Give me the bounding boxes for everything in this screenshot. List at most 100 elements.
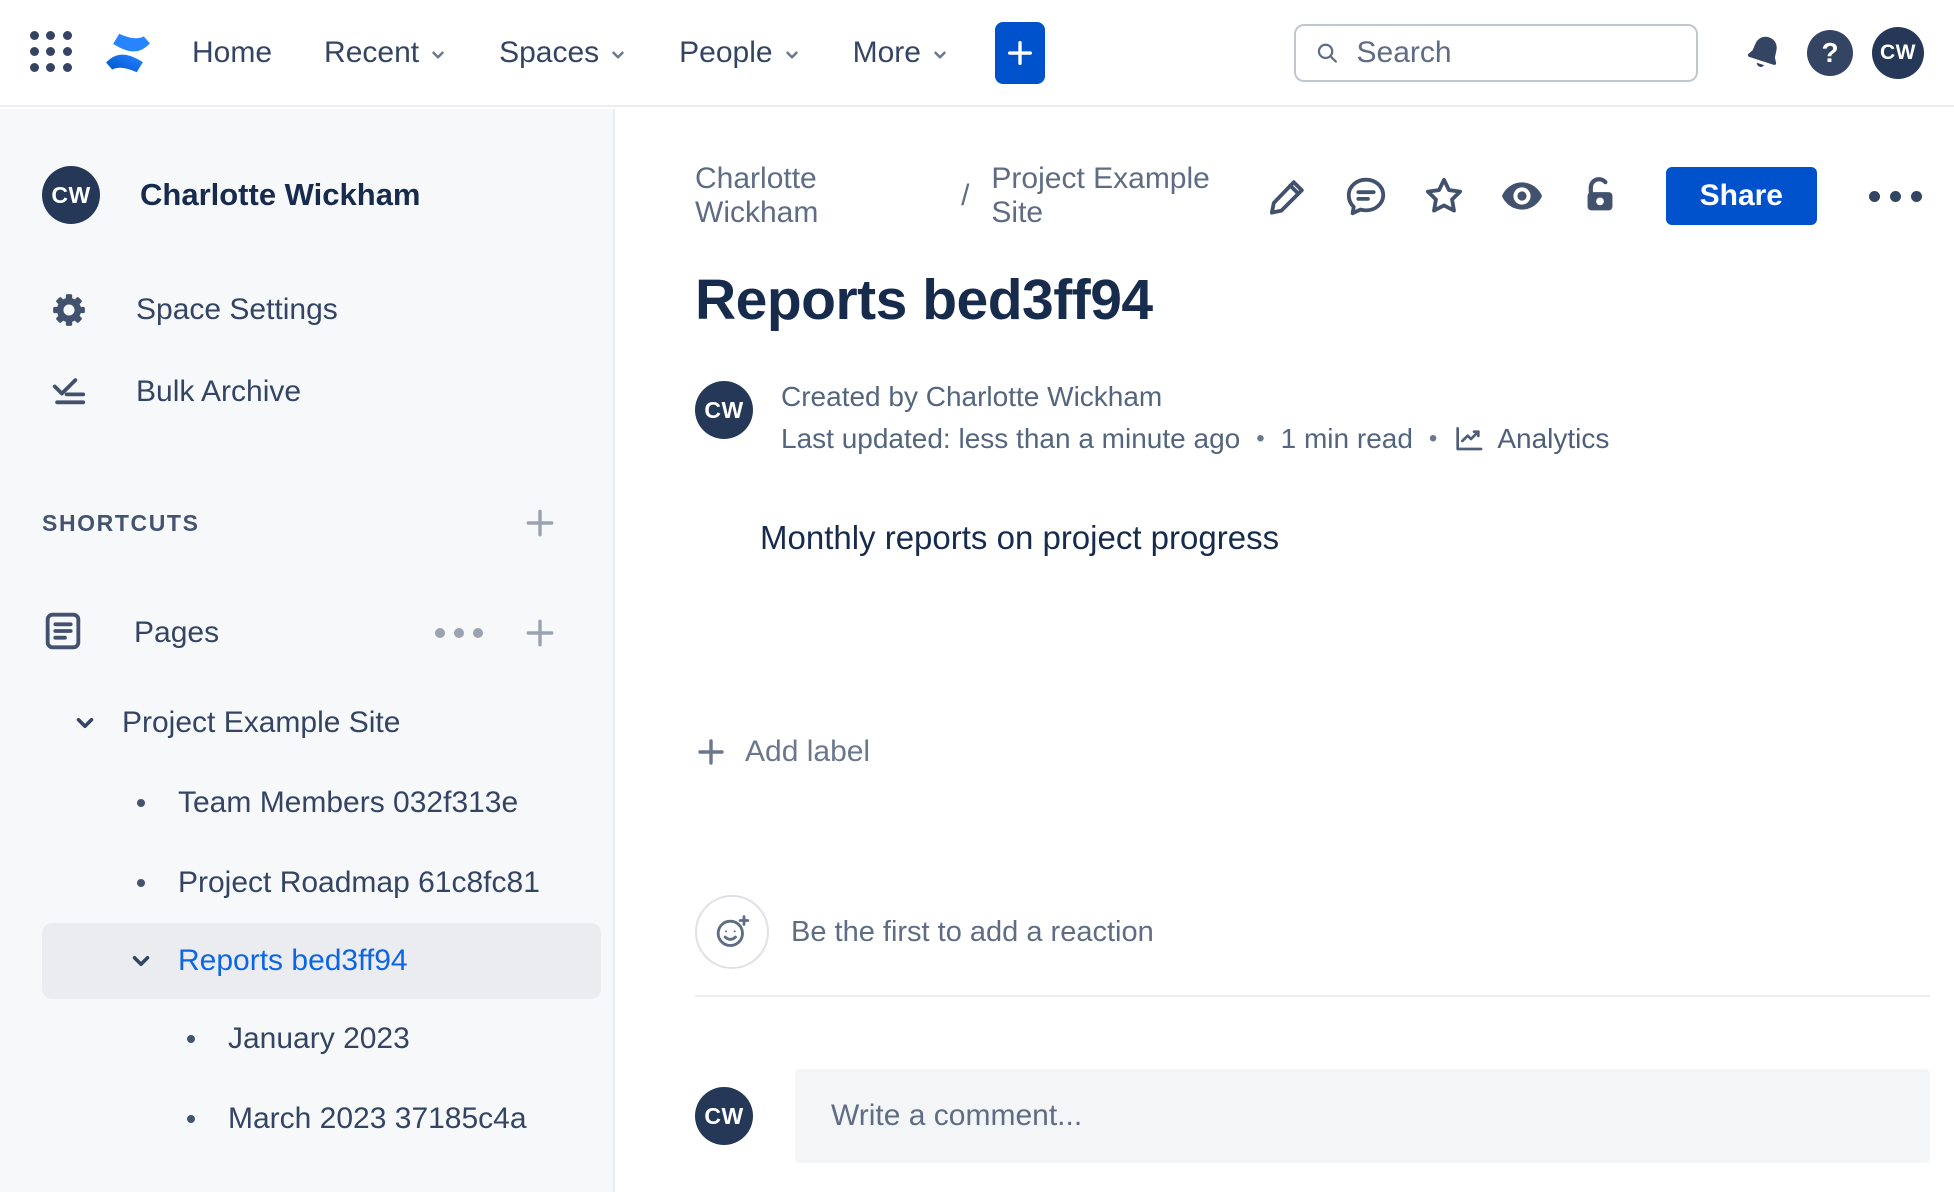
bell-icon — [1747, 36, 1777, 67]
analytics-link[interactable]: Analytics — [1453, 423, 1609, 455]
star-icon — [1425, 177, 1462, 213]
nav-more[interactable]: More — [853, 36, 949, 70]
watch-button[interactable] — [1494, 168, 1550, 224]
analytics-chart-icon — [1456, 427, 1483, 451]
tree-item-reports-selected[interactable]: Reports bed3ff94 — [42, 923, 601, 999]
chevron-down-icon[interactable] — [70, 710, 100, 736]
analytics-label: Analytics — [1497, 423, 1610, 454]
add-shortcut-button[interactable] — [519, 502, 561, 544]
comment-section: CW — [695, 1069, 1930, 1163]
byline: CW Created by Charlotte Wickham Last upd… — [695, 381, 1930, 455]
page-body-text: Monthly reports on project progress — [760, 519, 1280, 556]
chevron-down-icon — [785, 51, 798, 58]
add-reaction-button[interactable] — [695, 895, 769, 969]
breadcrumb-separator: / — [961, 179, 970, 212]
bullet-icon — [126, 879, 156, 887]
tree-item-project-example-site[interactable]: Project Example Site — [42, 683, 601, 763]
comment-input-box[interactable] — [795, 1069, 1930, 1163]
tree-item-label: Project Roadmap 61c8fc81 — [178, 866, 540, 899]
more-actions-icon[interactable] — [1861, 183, 1930, 210]
pencil-icon — [1269, 180, 1304, 215]
plus-icon — [526, 619, 554, 647]
unlock-icon — [1587, 177, 1613, 211]
space-sidebar: CW Charlotte Wickham Space Settings Bulk… — [0, 109, 615, 1192]
tree-item-team-members[interactable]: Team Members 032f313e — [42, 763, 601, 843]
nav-home-label: Home — [192, 35, 273, 69]
favorite-button[interactable] — [1416, 168, 1472, 224]
tree-item-label: January 2023 — [228, 1022, 410, 1055]
primary-nav: Home Recent Spaces People More — [192, 36, 949, 70]
sidebar-item-bulk-archive[interactable]: Bulk Archive — [0, 363, 613, 421]
tree-item-project-roadmap[interactable]: Project Roadmap 61c8fc81 — [42, 843, 601, 923]
breadcrumb-space-link[interactable]: Charlotte Wickham — [695, 162, 939, 230]
nav-more-label: More — [852, 35, 921, 69]
nav-recent[interactable]: Recent — [324, 36, 447, 70]
space-settings-label: Space Settings — [136, 293, 338, 326]
page-title: Reports bed3ff94 — [695, 268, 1153, 332]
notifications-button[interactable] — [1738, 27, 1790, 79]
plus-icon — [698, 739, 724, 765]
chevron-down-icon — [432, 51, 444, 58]
confluence-logo-icon[interactable] — [100, 25, 156, 81]
tree-item-label: March 2023 37185c4a — [228, 1102, 527, 1135]
app-switcher-icon[interactable] — [30, 30, 74, 75]
reaction-prompt-text: Be the first to add a reaction — [791, 915, 1154, 948]
tree-item-label: Project Example Site — [122, 706, 401, 739]
space-profile[interactable]: CW Charlotte Wickham — [0, 164, 613, 226]
comment-input[interactable] — [831, 1099, 1894, 1133]
gear-icon — [46, 291, 92, 329]
commenter-avatar: CW — [695, 1087, 753, 1145]
plus-icon — [1007, 40, 1032, 65]
nav-people-label: People — [679, 35, 773, 69]
space-avatar: CW — [42, 166, 100, 224]
page-tree: Project Example Site Team Members 032f31… — [0, 683, 613, 1159]
add-label-button[interactable]: Add label — [695, 729, 870, 775]
help-button[interactable]: ? — [1804, 27, 1856, 79]
nav-spaces[interactable]: Spaces — [499, 36, 627, 70]
nav-spaces-label: Spaces — [499, 35, 600, 69]
chevron-down-icon[interactable] — [126, 948, 156, 974]
author-avatar[interactable]: CW — [695, 381, 753, 439]
bullet-icon — [176, 1035, 206, 1043]
tree-item-march-2023[interactable]: March 2023 37185c4a — [42, 1079, 601, 1159]
user-avatar[interactable]: CW — [1872, 26, 1924, 79]
bullet-icon — [126, 799, 156, 807]
top-navigation-bar: Home Recent Spaces People More Search ? … — [0, 0, 1954, 107]
breadcrumb: Charlotte Wickham / Project Example Site — [695, 162, 1260, 230]
plus-icon — [526, 509, 554, 537]
reactions-section: Be the first to add a reaction — [695, 895, 1930, 969]
share-button[interactable]: Share — [1665, 167, 1817, 225]
bulk-archive-icon — [46, 373, 92, 411]
last-updated-text[interactable]: Last updated: less than a minute ago — [781, 423, 1240, 455]
search-input[interactable] — [1356, 35, 1678, 70]
question-mark-icon: ? — [1807, 29, 1853, 76]
pages-label[interactable]: Pages — [134, 616, 429, 650]
add-label-text: Add label — [745, 735, 871, 768]
search-icon — [1317, 43, 1337, 63]
eye-icon — [1501, 182, 1542, 210]
nav-recent-label: Recent — [324, 35, 420, 69]
pages-more-actions-icon[interactable] — [429, 622, 489, 644]
space-name: Charlotte Wickham — [140, 177, 421, 212]
restrictions-button[interactable] — [1572, 168, 1628, 224]
create-button[interactable] — [994, 21, 1045, 84]
chevron-down-icon — [612, 51, 624, 58]
edit-button[interactable] — [1260, 168, 1316, 224]
chevron-down-icon — [934, 51, 946, 58]
search-box[interactable] — [1294, 23, 1698, 82]
nav-home[interactable]: Home — [192, 36, 272, 70]
bulk-archive-label: Bulk Archive — [136, 375, 302, 408]
breadcrumb-page-link[interactable]: Project Example Site — [991, 162, 1259, 230]
create-page-button[interactable] — [519, 612, 561, 654]
comment-button[interactable] — [1338, 168, 1394, 224]
page-content: Charlotte Wickham / Project Example Site — [617, 109, 1954, 1192]
nav-people[interactable]: People — [679, 36, 800, 70]
tree-item-label: Reports bed3ff94 — [178, 944, 408, 977]
section-divider — [695, 995, 1930, 997]
created-by-text: Created by Charlotte Wickham — [781, 381, 1163, 412]
pages-icon — [40, 608, 86, 659]
shortcuts-heading: SHORTCUTS — [42, 509, 200, 536]
comment-bubble-icon — [1346, 177, 1385, 216]
tree-item-january-2023[interactable]: January 2023 — [42, 999, 601, 1079]
sidebar-item-space-settings[interactable]: Space Settings — [0, 281, 613, 339]
